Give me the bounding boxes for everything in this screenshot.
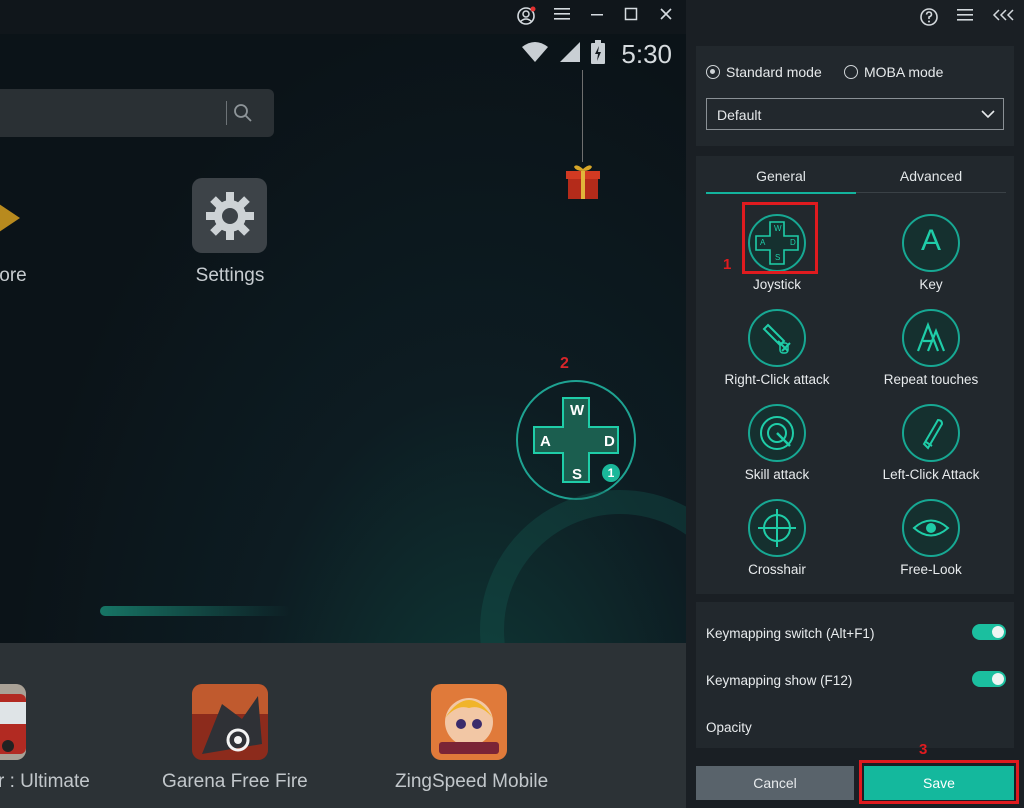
chevron-down-icon	[981, 107, 995, 121]
collapse-panel-icon[interactable]	[990, 7, 1018, 29]
dpad-badge: 1	[602, 464, 620, 482]
search-separator	[226, 101, 227, 125]
tab-divider	[856, 192, 1006, 193]
tool-label-key: Key	[856, 277, 1006, 292]
wasd-joystick-overlay[interactable]: W A D S 1	[516, 380, 636, 500]
zingspeed-mobile-app-icon[interactable]	[431, 684, 507, 760]
help-icon[interactable]	[918, 7, 940, 29]
toggle-keymapping-show[interactable]	[972, 671, 1006, 687]
tool-repeat-touches[interactable]: Repeat touches	[856, 309, 1006, 401]
app-label-settings: Settings	[170, 265, 290, 287]
profile-select-value: Default	[717, 107, 761, 123]
annotation-number-1: 1	[723, 256, 731, 273]
gift-string	[582, 70, 583, 162]
free-look-icon	[902, 499, 960, 557]
gift-icon[interactable]	[564, 163, 602, 199]
tab-active-indicator	[706, 192, 856, 194]
tool-label-crosshair: Crosshair	[702, 562, 852, 577]
switches-section: Keymapping switch (Alt+F1) Keymapping sh…	[696, 602, 1014, 748]
radio-dot-unselected	[844, 65, 858, 79]
bottom-app-label-2: Garena Free Fire	[162, 771, 308, 793]
repeat-touches-icon	[902, 309, 960, 367]
switch-row-show: Keymapping show (F12)	[706, 673, 1006, 688]
android-status-bar: 5:30	[521, 36, 672, 72]
left-click-attack-icon	[902, 404, 960, 462]
tab-advanced[interactable]: Advanced	[856, 168, 1006, 190]
decorative-glow	[100, 606, 290, 616]
dpad-key-down: S	[572, 466, 582, 483]
radio-moba-mode[interactable]: MOBA mode	[844, 64, 943, 80]
panel-menu-icon[interactable]	[954, 7, 976, 29]
dpad-key-left: A	[540, 433, 551, 450]
keymapping-panel: Standard mode MOBA mode Default General …	[686, 0, 1024, 808]
signal-icon	[559, 41, 581, 68]
tool-label-free-look: Free-Look	[856, 562, 1006, 577]
search-icon[interactable]	[233, 103, 253, 128]
bottom-app-dock	[0, 643, 686, 808]
maximize-icon[interactable]	[620, 6, 642, 28]
tool-key[interactable]: A Key	[856, 214, 1006, 306]
key-icon: A	[902, 214, 960, 272]
tool-label-skill-attack: Skill attack	[702, 467, 852, 482]
annotation-box-joystick	[742, 202, 818, 274]
tool-label-joystick: Joystick	[702, 277, 852, 292]
bottom-app-label-3: ZingSpeed Mobile	[395, 771, 548, 793]
switch-label-keymapping: Keymapping switch (Alt+F1)	[706, 626, 874, 641]
battery-icon	[591, 40, 605, 69]
switch-label-show: Keymapping show (F12)	[706, 673, 852, 688]
account-icon[interactable]	[515, 6, 537, 28]
panel-toolbar	[686, 0, 1024, 36]
tool-label-left-click-attack: Left-Click Attack	[856, 467, 1006, 482]
tool-right-click-attack[interactable]: Right-Click attack	[702, 309, 852, 401]
opacity-label: Opacity	[706, 720, 1006, 735]
bottom-app-label-1: r : Ultimate	[0, 771, 90, 793]
key-icon-letter: A	[904, 224, 958, 258]
menu-icon[interactable]	[551, 6, 573, 28]
radio-standard-mode[interactable]: Standard mode	[706, 64, 822, 80]
close-icon[interactable]	[655, 6, 677, 28]
status-clock: 5:30	[621, 39, 672, 70]
annotation-number-3: 3	[919, 741, 927, 758]
right-click-attack-icon	[748, 309, 806, 367]
radio-label-standard: Standard mode	[726, 64, 822, 80]
settings-app[interactable]	[192, 178, 267, 253]
radio-label-moba: MOBA mode	[864, 64, 943, 80]
garena-free-fire-app-icon[interactable]	[192, 684, 268, 760]
toggle-keymapping-switch[interactable]	[972, 624, 1006, 640]
annotation-number-2: 2	[560, 355, 569, 373]
search-bar[interactable]	[0, 89, 274, 137]
dpad-key-right: D	[604, 433, 615, 450]
bus-simulator-app-icon[interactable]	[0, 684, 26, 760]
dpad-key-up: W	[570, 402, 584, 419]
crosshair-icon	[748, 499, 806, 557]
tab-general[interactable]: General	[706, 168, 856, 190]
play-store-icon[interactable]	[0, 202, 20, 234]
app-root: 5:30 tore	[0, 0, 1024, 808]
tool-skill-attack[interactable]: Skill attack	[702, 404, 852, 496]
settings-gear-icon	[204, 190, 256, 247]
tool-label-right-click-attack: Right-Click attack	[702, 372, 852, 387]
annotation-box-save	[859, 760, 1019, 804]
skill-attack-icon	[748, 404, 806, 462]
tool-left-click-attack[interactable]: Left-Click Attack	[856, 404, 1006, 496]
tool-crosshair[interactable]: Crosshair	[702, 499, 852, 591]
wifi-icon	[521, 41, 549, 68]
radio-dot-selected	[706, 65, 720, 79]
cancel-button[interactable]: Cancel	[696, 766, 854, 800]
tool-label-repeat-touches: Repeat touches	[856, 372, 1006, 387]
mode-section: Standard mode MOBA mode Default	[696, 46, 1014, 146]
profile-select[interactable]: Default	[706, 98, 1004, 130]
switch-row-keymapping: Keymapping switch (Alt+F1)	[706, 626, 1006, 641]
emulator-screen: 5:30 tore	[0, 0, 686, 808]
emulator-titlebar	[0, 0, 686, 34]
app-label-store: tore	[0, 265, 44, 287]
tool-free-look[interactable]: Free-Look	[856, 499, 1006, 591]
minimize-icon[interactable]	[586, 6, 608, 28]
